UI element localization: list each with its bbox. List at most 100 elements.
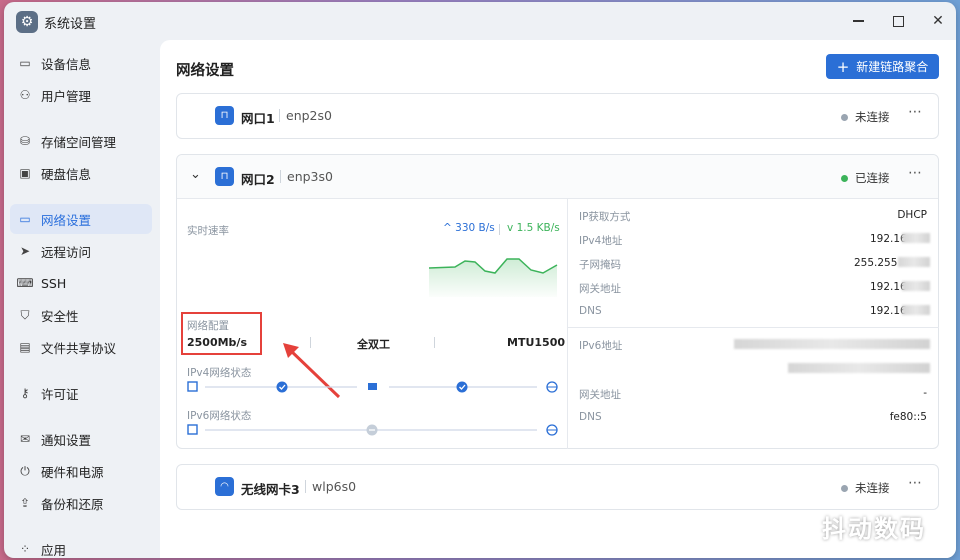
ipv6-state-path — [187, 424, 558, 436]
sidebar-item-label: 设备信息 — [41, 56, 92, 72]
sidebar-item-license[interactable]: ⚷ 许可证 — [10, 378, 152, 408]
watermark: 抖动数码 — [822, 515, 926, 543]
sidebar-item-users[interactable]: ⚇ 用户管理 — [10, 80, 152, 110]
status-text: 未连接 — [855, 481, 890, 495]
network-icon: ▭ — [19, 212, 31, 226]
sidebar-item-label: 用户管理 — [41, 88, 92, 104]
row-value: DHCP — [897, 209, 927, 221]
more-icon[interactable]: ⋯ — [908, 104, 923, 120]
section-divider — [568, 327, 939, 328]
storage-icon: ⛁ — [19, 134, 31, 148]
mail-icon: ✉ — [19, 432, 31, 446]
port-device: enp3s0 — [287, 169, 333, 184]
users-icon: ⚇ — [19, 88, 31, 102]
ipv6-state-label: IPv6网络状态 — [187, 410, 252, 422]
sidebar-item-security[interactable]: ⛉ 安全性 — [10, 300, 152, 330]
sidebar-item-label: 备份和还原 — [41, 496, 104, 512]
speed-label: 实时速率 — [187, 225, 229, 237]
sidebar-item-remote[interactable]: ➤ 远程访问 — [10, 236, 152, 266]
more-icon[interactable]: ⋯ — [908, 475, 923, 491]
send-icon: ➤ — [19, 244, 31, 258]
sidebar-item-label: 远程访问 — [41, 244, 92, 260]
maximize-button[interactable] — [886, 10, 910, 32]
sidebar-item-label: 硬盘信息 — [41, 166, 92, 182]
upload-value: 330 B/s — [455, 222, 495, 234]
sidebar-item-backup[interactable]: ⇪ 备份和还原 — [10, 488, 152, 518]
port-card-1[interactable]: ⊓ 网口1 enp2s0 未连接 ⋯ — [176, 93, 939, 139]
row-label: DNS — [579, 305, 602, 317]
duplex-value: 全双工 — [357, 338, 390, 351]
power-icon: ⏻ — [20, 463, 30, 478]
upload-speed: ^ 330 B/s — [443, 222, 495, 234]
sidebar-item-label: 网络设置 — [41, 212, 92, 228]
sidebar-item-hardware[interactable]: ⏻ 硬件和电源 — [10, 456, 152, 486]
more-icon[interactable]: ⋯ — [908, 165, 923, 181]
sidebar-item-network[interactable]: ▭ 网络设置 — [10, 204, 152, 234]
redacted-text — [902, 233, 930, 243]
row-label: 子网掩码 — [579, 259, 621, 271]
speed-chart — [428, 258, 558, 297]
config-label: 网络配置 — [187, 320, 229, 332]
plus-icon: + — [836, 57, 850, 76]
key-icon: ⚷ — [20, 386, 30, 400]
row-label: 网关地址 — [579, 389, 621, 401]
sidebar-item-label: 应用 — [41, 542, 67, 558]
status-dot — [841, 174, 848, 182]
sidebar-item-label: 许可证 — [41, 386, 79, 402]
row-label: DNS — [579, 411, 602, 423]
download-speed: v 1.5 KB/s — [507, 222, 560, 234]
terminal-icon: ⌨ — [16, 276, 34, 290]
row-label: IPv6地址 — [579, 340, 623, 352]
sidebar-item-label: 硬件和电源 — [41, 464, 104, 480]
download-area — [429, 259, 557, 297]
divider — [305, 480, 306, 493]
row-value: fe80::5 — [889, 411, 927, 423]
sidebar-item-label: 文件共享协议 — [41, 340, 117, 356]
port-name: 网口2 — [241, 172, 275, 187]
port-name: 网口1 — [241, 111, 275, 126]
status-text: 已连接 — [855, 171, 890, 185]
window-title: 系统设置 — [44, 17, 97, 32]
config-speed: 2500Mb/s — [187, 336, 248, 349]
sidebar-item-label: 安全性 — [41, 308, 79, 324]
ethernet-port-icon: ⊓ — [215, 106, 234, 125]
close-button[interactable]: ✕ — [926, 10, 950, 32]
port-name: 无线网卡3 — [241, 482, 300, 497]
status-badge: 已连接 — [841, 170, 890, 186]
chevron-down-icon[interactable]: ⌄ — [190, 167, 201, 182]
sidebar-item-device-info[interactable]: ▭ 设备信息 — [10, 48, 152, 78]
new-link-aggregation-button[interactable]: + 新建链路聚合 — [826, 54, 939, 79]
sidebar-item-label: 存储空间管理 — [41, 134, 117, 150]
row-label: 网关地址 — [579, 283, 621, 295]
redacted-text — [902, 281, 930, 291]
sidebar-item-storage[interactable]: ⛁ 存储空间管理 — [10, 126, 152, 156]
status-dot — [841, 113, 848, 121]
ipv4-state-label: IPv4网络状态 — [187, 367, 252, 379]
status-text: 未连接 — [855, 110, 890, 124]
port-detail-left: 实时速率 ^ 330 B/s v 1.5 KB/s 网络配置 2500Mb/s … — [177, 199, 567, 449]
minimize-button[interactable] — [846, 10, 870, 32]
redacted-text — [898, 257, 930, 267]
laptop-icon: ▭ — [19, 56, 31, 70]
divider — [499, 224, 500, 235]
main-content: 网络设置 + 新建链路聚合 ⊓ 网口1 enp2s0 未连接 ⋯ ⌄ ⊓ 网口2… — [160, 40, 956, 558]
row-label: IP获取方式 — [579, 211, 631, 223]
port-card-3[interactable]: ◠ 无线网卡3 wlp6s0 未连接 ⋯ — [176, 464, 939, 510]
status-dot — [841, 484, 848, 492]
sidebar-item-notify[interactable]: ✉ 通知设置 — [10, 424, 152, 454]
shield-icon: ⛉ — [20, 307, 30, 322]
sidebar-item-apps[interactable]: ⁘ 应用 — [10, 534, 152, 558]
sidebar-item-file-share[interactable]: ▤ 文件共享协议 — [10, 332, 152, 362]
status-badge: 未连接 — [841, 480, 890, 496]
row-label: IPv4地址 — [579, 235, 623, 247]
file-share-icon: ▤ — [19, 340, 31, 354]
port-card-2: ⌄ ⊓ 网口2 enp3s0 已连接 ⋯ 实时速率 ^ 330 B/s v 1.… — [176, 154, 939, 449]
sidebar: ▭ 设备信息 ⚇ 用户管理 ⛁ 存储空间管理 ▣ 硬盘信息 ▭ 网络设置 ➤ 远… — [4, 40, 158, 558]
sidebar-item-ssh[interactable]: ⌨ SSH — [10, 268, 152, 298]
page-title: 网络设置 — [176, 63, 234, 79]
row-value: 255.255 — [854, 257, 898, 269]
arrow-down-icon: v — [507, 222, 514, 234]
sidebar-item-disk[interactable]: ▣ 硬盘信息 — [10, 158, 152, 188]
divider — [280, 170, 281, 183]
redacted-text — [902, 305, 930, 315]
